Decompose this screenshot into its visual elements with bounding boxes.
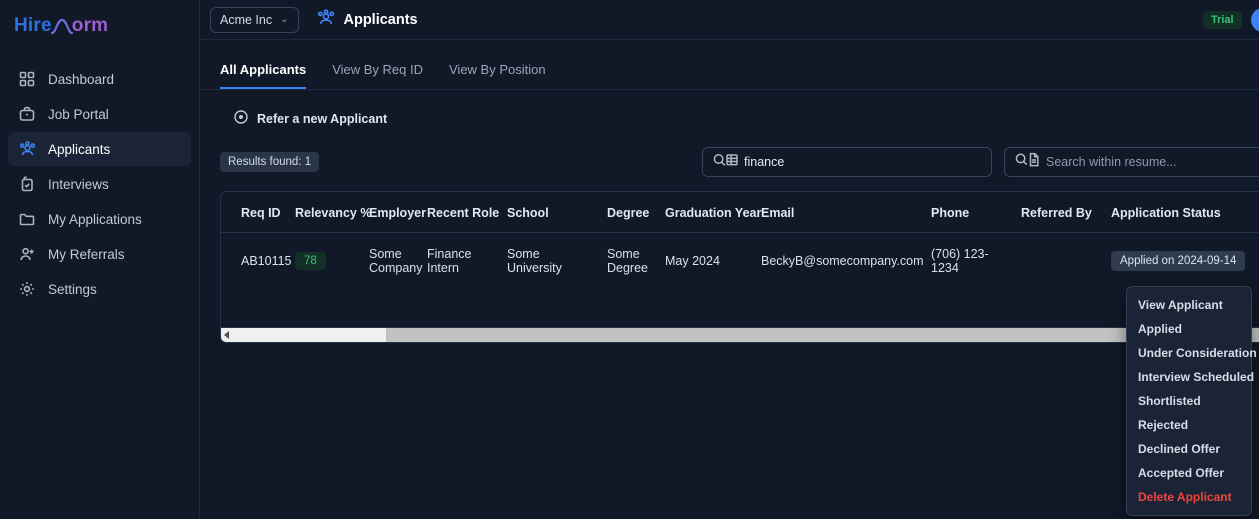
refer-new-applicant-button[interactable]: Refer a new Applicant — [234, 110, 387, 127]
sidebar: Hire orm Dashboard Job Portal Applicants… — [0, 0, 200, 519]
column-header-employer[interactable]: Employer — [363, 192, 426, 233]
horizontal-scrollbar[interactable] — [221, 327, 1259, 342]
menu-item-view-applicant[interactable]: View Applicant — [1127, 293, 1251, 317]
menu-item-applied[interactable]: Applied — [1127, 317, 1251, 341]
cell-degree: Some Degree — [607, 247, 648, 275]
cell-graduation-year: May 2024 — [665, 254, 720, 268]
table-toolbar: Results found: 1 — [220, 147, 1259, 177]
relevancy-badge: 78 — [295, 252, 326, 270]
column-header-school[interactable]: School — [501, 192, 601, 233]
chevron-down-icon: ⌄ — [280, 14, 289, 25]
tab-all-applicants[interactable]: All Applicants — [220, 62, 307, 89]
sidebar-item-dashboard[interactable]: Dashboard — [8, 62, 191, 96]
trial-badge: Trial — [1202, 10, 1242, 29]
table-header: Req ID Relevancy % Employer Recent Role … — [221, 192, 1259, 233]
org-selector[interactable]: Acme Inc ⌄ — [210, 6, 299, 33]
topbar: Acme Inc ⌄ Applicants Trial B ⌄ — [200, 0, 1259, 40]
logo-text-primary: Hire — [14, 15, 52, 36]
column-header-phone[interactable]: Phone — [925, 192, 1015, 233]
column-header-req-id[interactable]: Req ID — [221, 192, 289, 233]
org-selector-label: Acme Inc — [220, 12, 273, 27]
sidebar-item-label: Job Portal — [48, 106, 109, 122]
topbar-right: Trial B ⌄ — [1202, 7, 1259, 32]
menu-item-accepted-offer[interactable]: Accepted Offer — [1127, 461, 1251, 485]
resume-search-box[interactable] — [1004, 147, 1259, 177]
folder-icon — [18, 210, 36, 228]
menu-item-shortlisted[interactable]: Shortlisted — [1127, 389, 1251, 413]
sidebar-item-label: Applicants — [48, 141, 111, 157]
sidebar-item-label: Dashboard — [48, 71, 115, 87]
column-header-application-status[interactable]: Application Status — [1105, 192, 1259, 233]
table-header-row: Req ID Relevancy % Employer Recent Role … — [221, 192, 1259, 233]
app-root: Hire orm Dashboard Job Portal Applicants… — [0, 0, 1259, 519]
tab-view-by-req-id[interactable]: View By Req ID — [332, 62, 423, 89]
cell-application-status: Applied on 2024-09-14 — [1105, 233, 1259, 290]
table-body: AB10115 78 Some Company Finance Intern S… — [221, 233, 1259, 290]
page-title-group: Applicants — [317, 8, 418, 31]
sidebar-item-applicants[interactable]: Applicants — [8, 132, 191, 166]
circle-dot-icon — [234, 110, 248, 127]
column-header-email[interactable]: Email — [755, 192, 925, 233]
column-header-relevancy[interactable]: Relevancy % — [289, 192, 371, 233]
table-search-box[interactable] — [702, 147, 992, 177]
column-header-graduation-year[interactable]: Graduation Year — [659, 192, 761, 233]
sidebar-item-label: Settings — [48, 281, 97, 297]
logo-peak-icon — [50, 17, 73, 35]
status-badge: Applied on 2024-09-14 — [1111, 251, 1246, 271]
menu-item-delete-applicant[interactable]: Delete Applicant — [1127, 485, 1251, 509]
column-header-degree[interactable]: Degree — [601, 192, 659, 233]
logo-text-secondary: orm — [71, 15, 109, 36]
avatar[interactable]: B — [1250, 7, 1259, 32]
cell-phone: (706) 123-1234 — [931, 247, 989, 275]
cell-recent-role: Finance Intern — [427, 247, 472, 275]
resume-search-input[interactable] — [1046, 155, 1259, 169]
menu-item-under-consideration[interactable]: Under Consideration — [1127, 341, 1257, 365]
sidebar-item-label: My Applications — [48, 211, 142, 227]
sidebar-nav: Dashboard Job Portal Applicants Intervie… — [0, 62, 199, 306]
tab-view-by-position[interactable]: View By Position — [449, 62, 546, 89]
applicants-table: Req ID Relevancy % Employer Recent Role … — [221, 192, 1259, 289]
people-icon — [317, 8, 335, 31]
cell-school: Some University — [507, 247, 562, 275]
user-plus-icon — [18, 245, 36, 263]
cell-email: BeckyB@somecompany.com — [761, 254, 924, 268]
pagination-bar: ‹ 1 of 1 — [221, 289, 1259, 327]
page-title: Applicants — [343, 11, 418, 28]
sidebar-item-label: My Referrals — [48, 246, 125, 262]
scroll-left-arrow-icon[interactable] — [224, 331, 229, 339]
sidebar-item-interviews[interactable]: Interviews — [8, 167, 191, 201]
main-area: Acme Inc ⌄ Applicants Trial B ⌄ All Appl… — [200, 0, 1259, 519]
content-area: Refer a new Applicant Results found: 1 f… — [200, 90, 1259, 343]
sidebar-item-my-referrals[interactable]: My Referrals — [8, 237, 191, 271]
cell-relevancy: 78 — [289, 233, 363, 290]
applicants-table-card: Req ID Relevancy % Employer Recent Role … — [220, 191, 1259, 343]
sidebar-item-settings[interactable]: Settings — [8, 272, 191, 306]
sidebar-item-job-portal[interactable]: Job Portal — [8, 97, 191, 131]
sidebar-item-label: Interviews — [48, 176, 109, 192]
clipboard-check-icon — [18, 175, 36, 193]
search-table-icon — [713, 153, 738, 172]
tab-bar: All Applicants View By Req ID View By Po… — [200, 40, 1259, 90]
grid-icon — [18, 70, 36, 88]
app-logo[interactable]: Hire orm — [0, 6, 199, 46]
cell-referred-by — [1015, 233, 1105, 290]
cell-req-id: AB10115 — [241, 254, 292, 268]
sidebar-item-my-applications[interactable]: My Applications — [8, 202, 191, 236]
column-header-referred-by[interactable]: Referred By — [1015, 192, 1105, 233]
cell-employer: Some Company — [369, 247, 423, 275]
people-icon — [18, 140, 36, 158]
menu-item-interview-scheduled[interactable]: Interview Scheduled — [1127, 365, 1254, 389]
table-row[interactable]: AB10115 78 Some Company Finance Intern S… — [221, 233, 1259, 290]
row-context-menu: View Applicant Applied Under Considerati… — [1126, 286, 1257, 516]
briefcase-icon — [18, 105, 36, 123]
menu-item-declined-offer[interactable]: Declined Offer — [1127, 437, 1251, 461]
menu-item-rejected[interactable]: Rejected — [1127, 413, 1251, 437]
results-found-chip: Results found: 1 — [220, 152, 320, 172]
column-header-recent-role[interactable]: Recent Role — [421, 192, 501, 233]
search-document-icon — [1015, 152, 1040, 172]
gear-icon — [18, 280, 36, 298]
table-search-input[interactable] — [744, 155, 981, 169]
refer-new-applicant-label: Refer a new Applicant — [257, 111, 388, 126]
